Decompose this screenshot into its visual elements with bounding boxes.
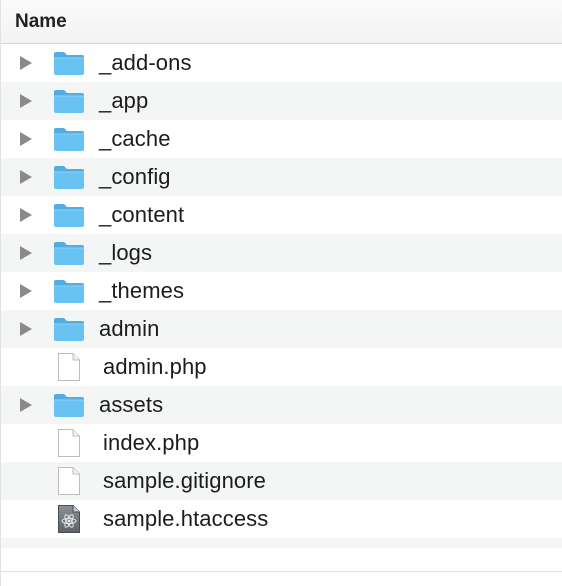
folder-row[interactable]: admin [1,310,562,348]
folder-icon [53,82,99,120]
disclosure-spacer [1,462,53,500]
disclosure-triangle-icon[interactable] [1,44,53,82]
file-name-label: sample.htaccess [103,506,269,531]
disclosure-triangle-icon[interactable] [1,82,53,120]
folder-icon [53,44,99,82]
folder-row[interactable]: _app [1,82,562,120]
atom-document-icon [53,500,103,538]
bottom-border [1,571,562,586]
folder-row[interactable]: _config [1,158,562,196]
file-row[interactable]: index.php [1,424,562,462]
disclosure-spacer [1,348,53,386]
document-icon [53,348,103,386]
file-name-label: _app [99,88,149,113]
file-name-label: _cache [99,126,171,151]
disclosure-triangle-icon[interactable] [1,196,53,234]
column-header[interactable]: Name [1,0,562,44]
folder-row[interactable]: _logs [1,234,562,272]
file-name-label: _content [99,202,185,227]
folder-icon [53,234,99,272]
file-name-label: _config [99,164,171,189]
file-name-label: admin [99,316,160,341]
disclosure-triangle-icon[interactable] [1,120,53,158]
file-name-label: _themes [99,278,185,303]
file-name-label: index.php [103,430,200,455]
name-column-header[interactable]: Name [15,11,67,33]
file-row[interactable]: sample.htaccess [1,500,562,538]
file-list: _add-ons _app _cache _config _content _logs _t… [1,44,562,548]
empty-row [1,538,562,548]
folder-row[interactable]: assets [1,386,562,424]
folder-row[interactable]: _themes [1,272,562,310]
file-name-label: _logs [99,240,153,265]
finder-list-view: Name _add-ons _app _cache _config _content _l… [0,0,562,586]
file-name-label: _add-ons [99,50,192,75]
disclosure-spacer [1,424,53,462]
disclosure-triangle-icon[interactable] [1,310,53,348]
file-name-label: sample.gitignore [103,468,267,493]
disclosure-triangle-icon[interactable] [1,386,53,424]
folder-icon [53,158,99,196]
disclosure-triangle-icon[interactable] [1,158,53,196]
file-row[interactable]: sample.gitignore [1,462,562,500]
folder-icon [53,196,99,234]
folder-icon [53,386,99,424]
document-icon [53,462,103,500]
document-icon [53,424,103,462]
disclosure-triangle-icon[interactable] [1,272,53,310]
disclosure-triangle-icon[interactable] [1,234,53,272]
disclosure-spacer [1,500,53,538]
folder-icon [53,120,99,158]
file-name-label: assets [99,392,164,417]
folder-row[interactable]: _add-ons [1,44,562,82]
folder-row[interactable]: _cache [1,120,562,158]
file-name-label: admin.php [103,354,207,379]
folder-icon [53,310,99,348]
folder-icon [53,272,99,310]
folder-row[interactable]: _content [1,196,562,234]
file-row[interactable]: admin.php [1,348,562,386]
